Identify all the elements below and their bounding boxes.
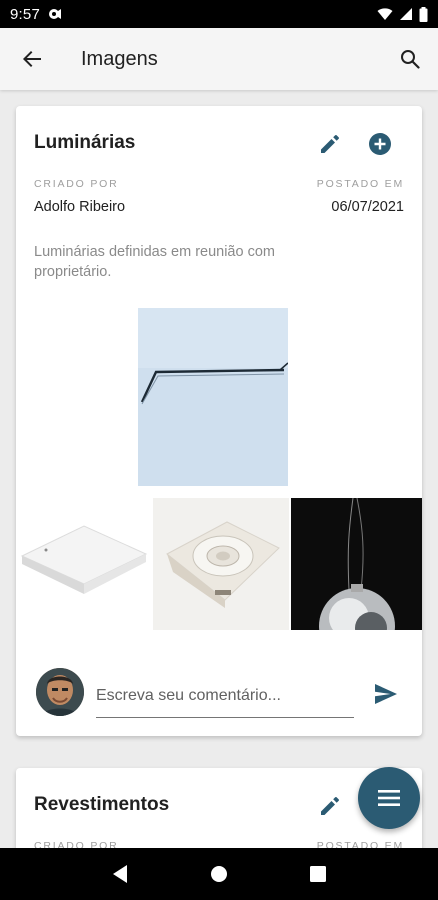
pencil-icon — [321, 135, 339, 153]
send-comment-button[interactable] — [370, 678, 402, 710]
post-title: Luminárias — [34, 132, 136, 153]
post-description: Luminárias definidas em reunião com prop… — [34, 244, 275, 280]
camera-notification-icon — [49, 9, 61, 19]
author-name: Adolfo Ribeiro — [34, 199, 126, 215]
wifi-icon — [377, 8, 393, 20]
edit-post-button[interactable] — [314, 790, 346, 822]
created-by-label: CRIADO POR — [34, 178, 119, 190]
square-panel-light-photo — [16, 498, 150, 630]
post-image-thumb[interactable] — [291, 498, 422, 630]
edit-post-button[interactable] — [314, 128, 346, 160]
signal-icon — [400, 8, 412, 20]
square-recents-icon — [310, 866, 327, 882]
page-title: Imagens — [81, 47, 158, 70]
battery-icon — [419, 6, 428, 22]
system-nav-bar — [0, 848, 438, 900]
status-time: 9:57 — [10, 5, 40, 23]
back-button[interactable] — [12, 39, 52, 79]
post-card-header: Luminárias — [16, 106, 422, 178]
pencil-icon — [321, 797, 339, 815]
post-title: Revestimentos — [34, 794, 170, 815]
status-icons — [377, 6, 428, 22]
nav-back-button[interactable] — [100, 854, 140, 894]
nav-home-button[interactable] — [199, 854, 239, 894]
avatar — [36, 668, 84, 716]
add-image-button[interactable] — [364, 128, 396, 160]
status-bar: 9:57 — [0, 0, 438, 28]
search-button[interactable] — [390, 39, 430, 79]
search-icon — [401, 50, 420, 69]
menu-fab-button[interactable] — [358, 767, 420, 829]
post-image-main[interactable] — [138, 308, 288, 486]
posted-on-label: POSTADO EM — [316, 178, 404, 190]
ceiling-photo — [138, 308, 288, 486]
comment-input[interactable] — [96, 674, 354, 718]
send-icon — [375, 684, 397, 704]
arrow-back-icon — [23, 51, 41, 67]
recessed-spot-light-photo — [153, 498, 289, 630]
pendant-light-photo — [291, 498, 422, 630]
post-image-thumb[interactable] — [153, 498, 289, 630]
post-image-thumb[interactable] — [16, 498, 150, 630]
add-circle-icon — [369, 133, 391, 155]
nav-recents-button[interactable] — [298, 854, 338, 894]
triangle-back-icon — [112, 865, 127, 883]
user-photo — [36, 668, 84, 716]
post-card: Luminárias CRIADO POR POSTADO EM Adolfo … — [16, 106, 422, 736]
app-bar: Imagens — [0, 28, 438, 90]
circle-home-icon — [210, 866, 227, 882]
post-date: 06/07/2021 — [331, 199, 404, 215]
menu-icon — [378, 790, 400, 806]
